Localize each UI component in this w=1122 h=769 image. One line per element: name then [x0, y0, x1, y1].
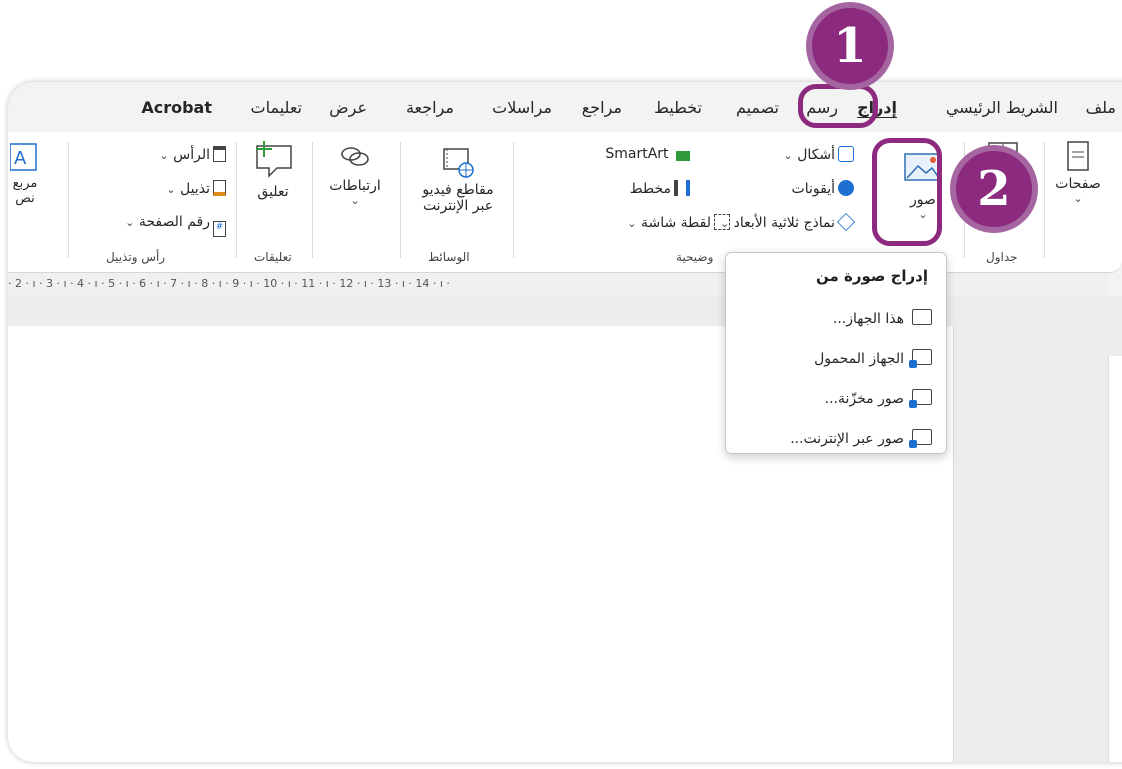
tab-review[interactable]: مراجعة	[406, 98, 454, 117]
chart-label: مخطط	[629, 181, 671, 197]
icons-icon	[838, 180, 854, 196]
chevron-down-icon: ⌄	[350, 194, 360, 207]
pages-button[interactable]: صفحات ⌄	[1048, 140, 1108, 205]
online-video-label-2: عبر الإنترنت	[422, 198, 494, 214]
chevron-down-icon: ⌄	[125, 216, 135, 229]
page-number-icon: #	[213, 221, 226, 237]
page-number-button[interactable]: #رقم الصفحة ⌄	[125, 214, 226, 237]
shapes-icon	[838, 146, 854, 162]
menu-item-label: هذا الجهاز...	[832, 311, 904, 327]
chevron-down-icon: ⌄	[783, 149, 793, 162]
pictures-button-highlight	[872, 138, 942, 246]
comments-group-label: تعليقات	[254, 250, 292, 264]
step-badge-1: 1	[806, 2, 894, 90]
3d-models-button[interactable]: نماذج ثلاثية الأبعاد ⌄	[720, 212, 856, 232]
header-button[interactable]: الرأس ⌄	[159, 146, 226, 163]
comment-button[interactable]: تعليق	[240, 140, 306, 200]
video-globe-icon	[443, 148, 474, 178]
menu-item-label: صور مخزّنة...	[824, 391, 904, 407]
smartart-button[interactable]: SmartArt	[605, 146, 690, 162]
media-group-label: الوسائط	[428, 250, 470, 264]
tab-mailings[interactable]: مراسلات	[492, 98, 552, 117]
chart-button[interactable]: مخطط	[630, 180, 690, 197]
textbox-button[interactable]: A مربع نص	[8, 142, 42, 206]
shapes-label: أشكال	[797, 147, 835, 163]
tables-group-label: جداول	[986, 250, 1018, 264]
tab-view[interactable]: عرض	[329, 98, 367, 117]
icons-label: أيقونات	[791, 181, 835, 197]
tab-acrobat[interactable]: Acrobat	[141, 98, 212, 117]
menu-title: إدراج صورة من	[815, 267, 928, 285]
cube-icon	[836, 212, 856, 232]
online-video-label-1: مقاطع فيديو	[422, 182, 494, 198]
chart-icon	[674, 180, 690, 196]
new-comment-icon	[256, 141, 292, 178]
menu-item-label: صور عبر الإنترنت...	[790, 431, 904, 447]
textbox-label-2: نص	[15, 191, 35, 206]
ribbon-tabs: ملف الشريط الرئيسي إدراج رسم تصميم تخطيط…	[8, 82, 1122, 132]
textbox-icon: A	[9, 143, 37, 171]
smartart-icon	[676, 151, 690, 161]
document-area	[8, 296, 1122, 762]
svg-text:A: A	[14, 148, 27, 169]
3d-models-label: نماذج ثلاثية الأبعاد	[733, 215, 835, 231]
tab-help[interactable]: تعليمات	[251, 98, 302, 117]
footer-icon	[213, 180, 226, 196]
online-video-button[interactable]: مقاطع فيديو عبر الإنترنت	[408, 146, 508, 214]
footer-label: تذييل	[180, 181, 210, 197]
step-badge-2: 2	[950, 145, 1038, 233]
stock-images-icon	[909, 389, 932, 408]
pages-label: صفحات	[1055, 176, 1101, 192]
links-label: ارتباطات	[329, 178, 381, 194]
page-number-label: رقم الصفحة	[138, 214, 210, 230]
chevron-down-icon: ⌄	[159, 149, 169, 162]
online-pictures-icon	[909, 429, 932, 448]
screenshot-label: لقطة شاشة	[640, 215, 711, 231]
chevron-down-icon: ⌄	[627, 217, 637, 230]
smartart-label: SmartArt	[605, 146, 669, 162]
tab-file[interactable]: ملف	[1086, 98, 1116, 117]
tab-home[interactable]: الشريط الرئيسي	[946, 98, 1058, 117]
header-label: الرأس	[173, 147, 210, 163]
menu-item-label: الجهاز المحمول	[814, 351, 904, 367]
menu-item-stock-images[interactable]: صور مخزّنة...	[824, 389, 932, 408]
insert-picture-menu: إدراج صورة من هذا الجهاز... الجهاز المحم…	[725, 252, 947, 454]
menu-item-mobile-device[interactable]: الجهاز المحمول	[814, 349, 932, 368]
chevron-down-icon: ⌄	[1073, 192, 1083, 205]
tab-layout[interactable]: تخطيط	[654, 98, 702, 117]
links-button[interactable]: ارتباطات ⌄	[320, 142, 390, 207]
page-icon	[1067, 141, 1089, 171]
menu-item-online-pictures[interactable]: صور عبر الإنترنت...	[790, 429, 932, 448]
tab-design[interactable]: تصميم	[736, 98, 779, 117]
tab-references[interactable]: مراجع	[582, 98, 622, 117]
textbox-label-1: مربع	[12, 176, 38, 191]
screenshot-button[interactable]: لقطة شاشة ⌄	[627, 214, 730, 231]
vertical-ruler	[1108, 356, 1122, 762]
menu-item-this-device[interactable]: هذا الجهاز...	[833, 309, 932, 327]
mobile-picture-icon	[909, 349, 932, 368]
insert-tab-highlight	[798, 84, 878, 128]
device-picture-icon	[912, 309, 932, 325]
shapes-button[interactable]: أشكال ⌄	[784, 146, 854, 163]
footer-button[interactable]: تذييل ⌄	[166, 180, 226, 197]
link-icon	[341, 147, 369, 166]
chevron-down-icon: ⌄	[166, 183, 176, 196]
illustrations-group-label: وضيحية	[676, 250, 714, 264]
screenshot-icon	[714, 214, 730, 230]
header-footer-group-label: رأس وتذييل	[106, 250, 166, 264]
comment-label: تعليق	[257, 184, 289, 200]
header-icon	[213, 146, 226, 162]
icons-button[interactable]: أيقونات	[792, 180, 854, 197]
